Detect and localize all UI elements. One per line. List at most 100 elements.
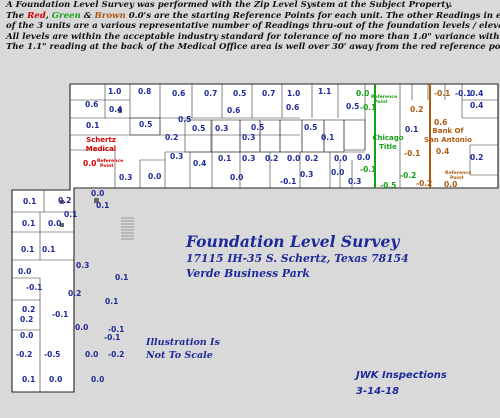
reading: 0.0 [91,189,104,198]
reading: 1.0 [108,87,121,96]
reading: 0.2 [165,133,178,142]
title-block: Foundation Level Survey 17115 IH-35 S. S… [186,232,409,281]
reading: -0.2 [108,350,124,359]
reading: 0.0 [148,172,161,181]
reading: 0.1 [218,154,231,163]
reading: -0.5 [44,350,60,359]
unit-label-title-1: Chicago [372,134,403,142]
reading: 0.0 [287,154,300,163]
reading: -0.2 [400,171,416,180]
reading: 0.0 [18,267,31,276]
reading: 0.2 [470,153,483,162]
reading: 0.1 [23,197,36,206]
reading: 0.5 [233,89,246,98]
reading: 0.1 [115,273,128,282]
reading: 0.5 [178,115,191,124]
unit-label-title-2: Title [379,143,397,151]
reading: 0.0 [48,219,61,228]
reading: 1.0 [287,89,300,98]
reading: 0.2 [410,105,423,114]
reading: -0.5 [380,181,396,190]
reading: 0.5 [251,123,264,132]
unit-label-bank-2: San Antonio [424,136,472,144]
reading: 0.1 [21,245,34,254]
reading: -0.1 [404,149,420,158]
brown-reference-value: 0.0 [444,180,457,189]
reading: 0.0 [334,154,347,163]
reading: 0.0 [20,331,33,340]
brown-reference-label-2: Point [450,175,464,181]
stair-marker [121,217,134,240]
reading: 0.0 [91,375,104,384]
survey-title: Foundation Level Survey [186,232,400,251]
reading: 0.1 [105,297,118,306]
reading: -0.1 [104,333,120,342]
reading: -0.1 [434,89,450,98]
reading: 0.2 [22,305,35,314]
reading: 0.1 [96,201,109,210]
reading: 0.4 [436,147,449,156]
reading: 0.1 [64,210,77,219]
survey-address: 17115 IH-35 S. Schertz, Texas 78154 [186,252,409,265]
reading: 0.0 [85,350,98,359]
reading: 0.1 [22,219,35,228]
reading: 0.3 [215,124,228,133]
reading: -0.1 [455,89,471,98]
survey-page: A Foundation Level Survey was performed … [0,0,500,418]
reading: 0.4 [470,101,483,110]
reading: 0.7 [262,89,275,98]
reading: -0.1 [52,310,68,319]
reading: 0.1 [321,133,334,142]
reading: 0.5 [192,124,205,133]
reading: 0.3 [119,173,132,182]
reading: 0.2 [68,289,81,298]
reading: 0.1 [42,245,55,254]
reading: 0.6 [286,103,299,112]
reading: 0.2 [265,154,278,163]
reading: 0.3 [242,154,255,163]
reading: 0.0 [357,153,370,162]
reading: 0.2 [305,154,318,163]
survey-park: Verde Business Park [186,267,310,280]
reading: 0.5 [139,120,152,129]
reading: 0.7 [204,89,217,98]
reading: 0.0 [230,173,243,182]
reading: 0.8 [138,87,151,96]
reading: 0.0 [331,168,344,177]
reading: 0.6 [227,106,240,115]
red-reference-value: 0.0 [83,159,96,168]
scale-note: Illustration Is Not To Scale [146,337,220,361]
inspection-date: 3-14-18 [356,386,400,397]
reading: 0.4 [193,159,206,168]
reading: 0.2 [20,315,33,324]
reading: -0.2 [16,350,32,359]
reading: 0.1 [22,375,35,384]
reading: 0.6 [434,118,447,127]
reading: 0.3 [242,133,255,142]
reading: 0.2 [58,196,71,205]
reading: 0.4 [109,105,122,114]
reading: -0.1 [280,177,296,186]
floor-plan: Schertz Medical Chicago Title Bank Of Sa… [11,83,499,393]
green-reference-value: 0.0 [356,89,369,98]
reading: 0.4 [470,89,483,98]
reading: -0.1 [360,165,376,174]
reading: 0.3 [170,152,183,161]
reading: 0.1 [405,125,418,134]
company-name: JWK Inspections [356,370,447,381]
reading: -0.1 [26,283,42,292]
reading: 0.3 [300,170,313,179]
reading: -0.2 [416,179,432,188]
reading: 0.6 [85,100,98,109]
unit-label-medical-2: Medical [86,145,116,153]
unit-label-bank-1: Bank Of [432,127,464,135]
reading: 0.5 [304,123,317,132]
inspection-credit: JWK Inspections 3-14-18 [356,368,447,400]
reading: 0.5 [346,102,359,111]
reading: 0.0 [75,323,88,332]
reading: 1.1 [318,87,331,96]
unit-label-medical-1: Schertz [86,136,116,144]
reading: 0.3 [348,177,361,186]
red-reference-label-2: Point [100,163,114,169]
reading: 0.1 [86,121,99,130]
